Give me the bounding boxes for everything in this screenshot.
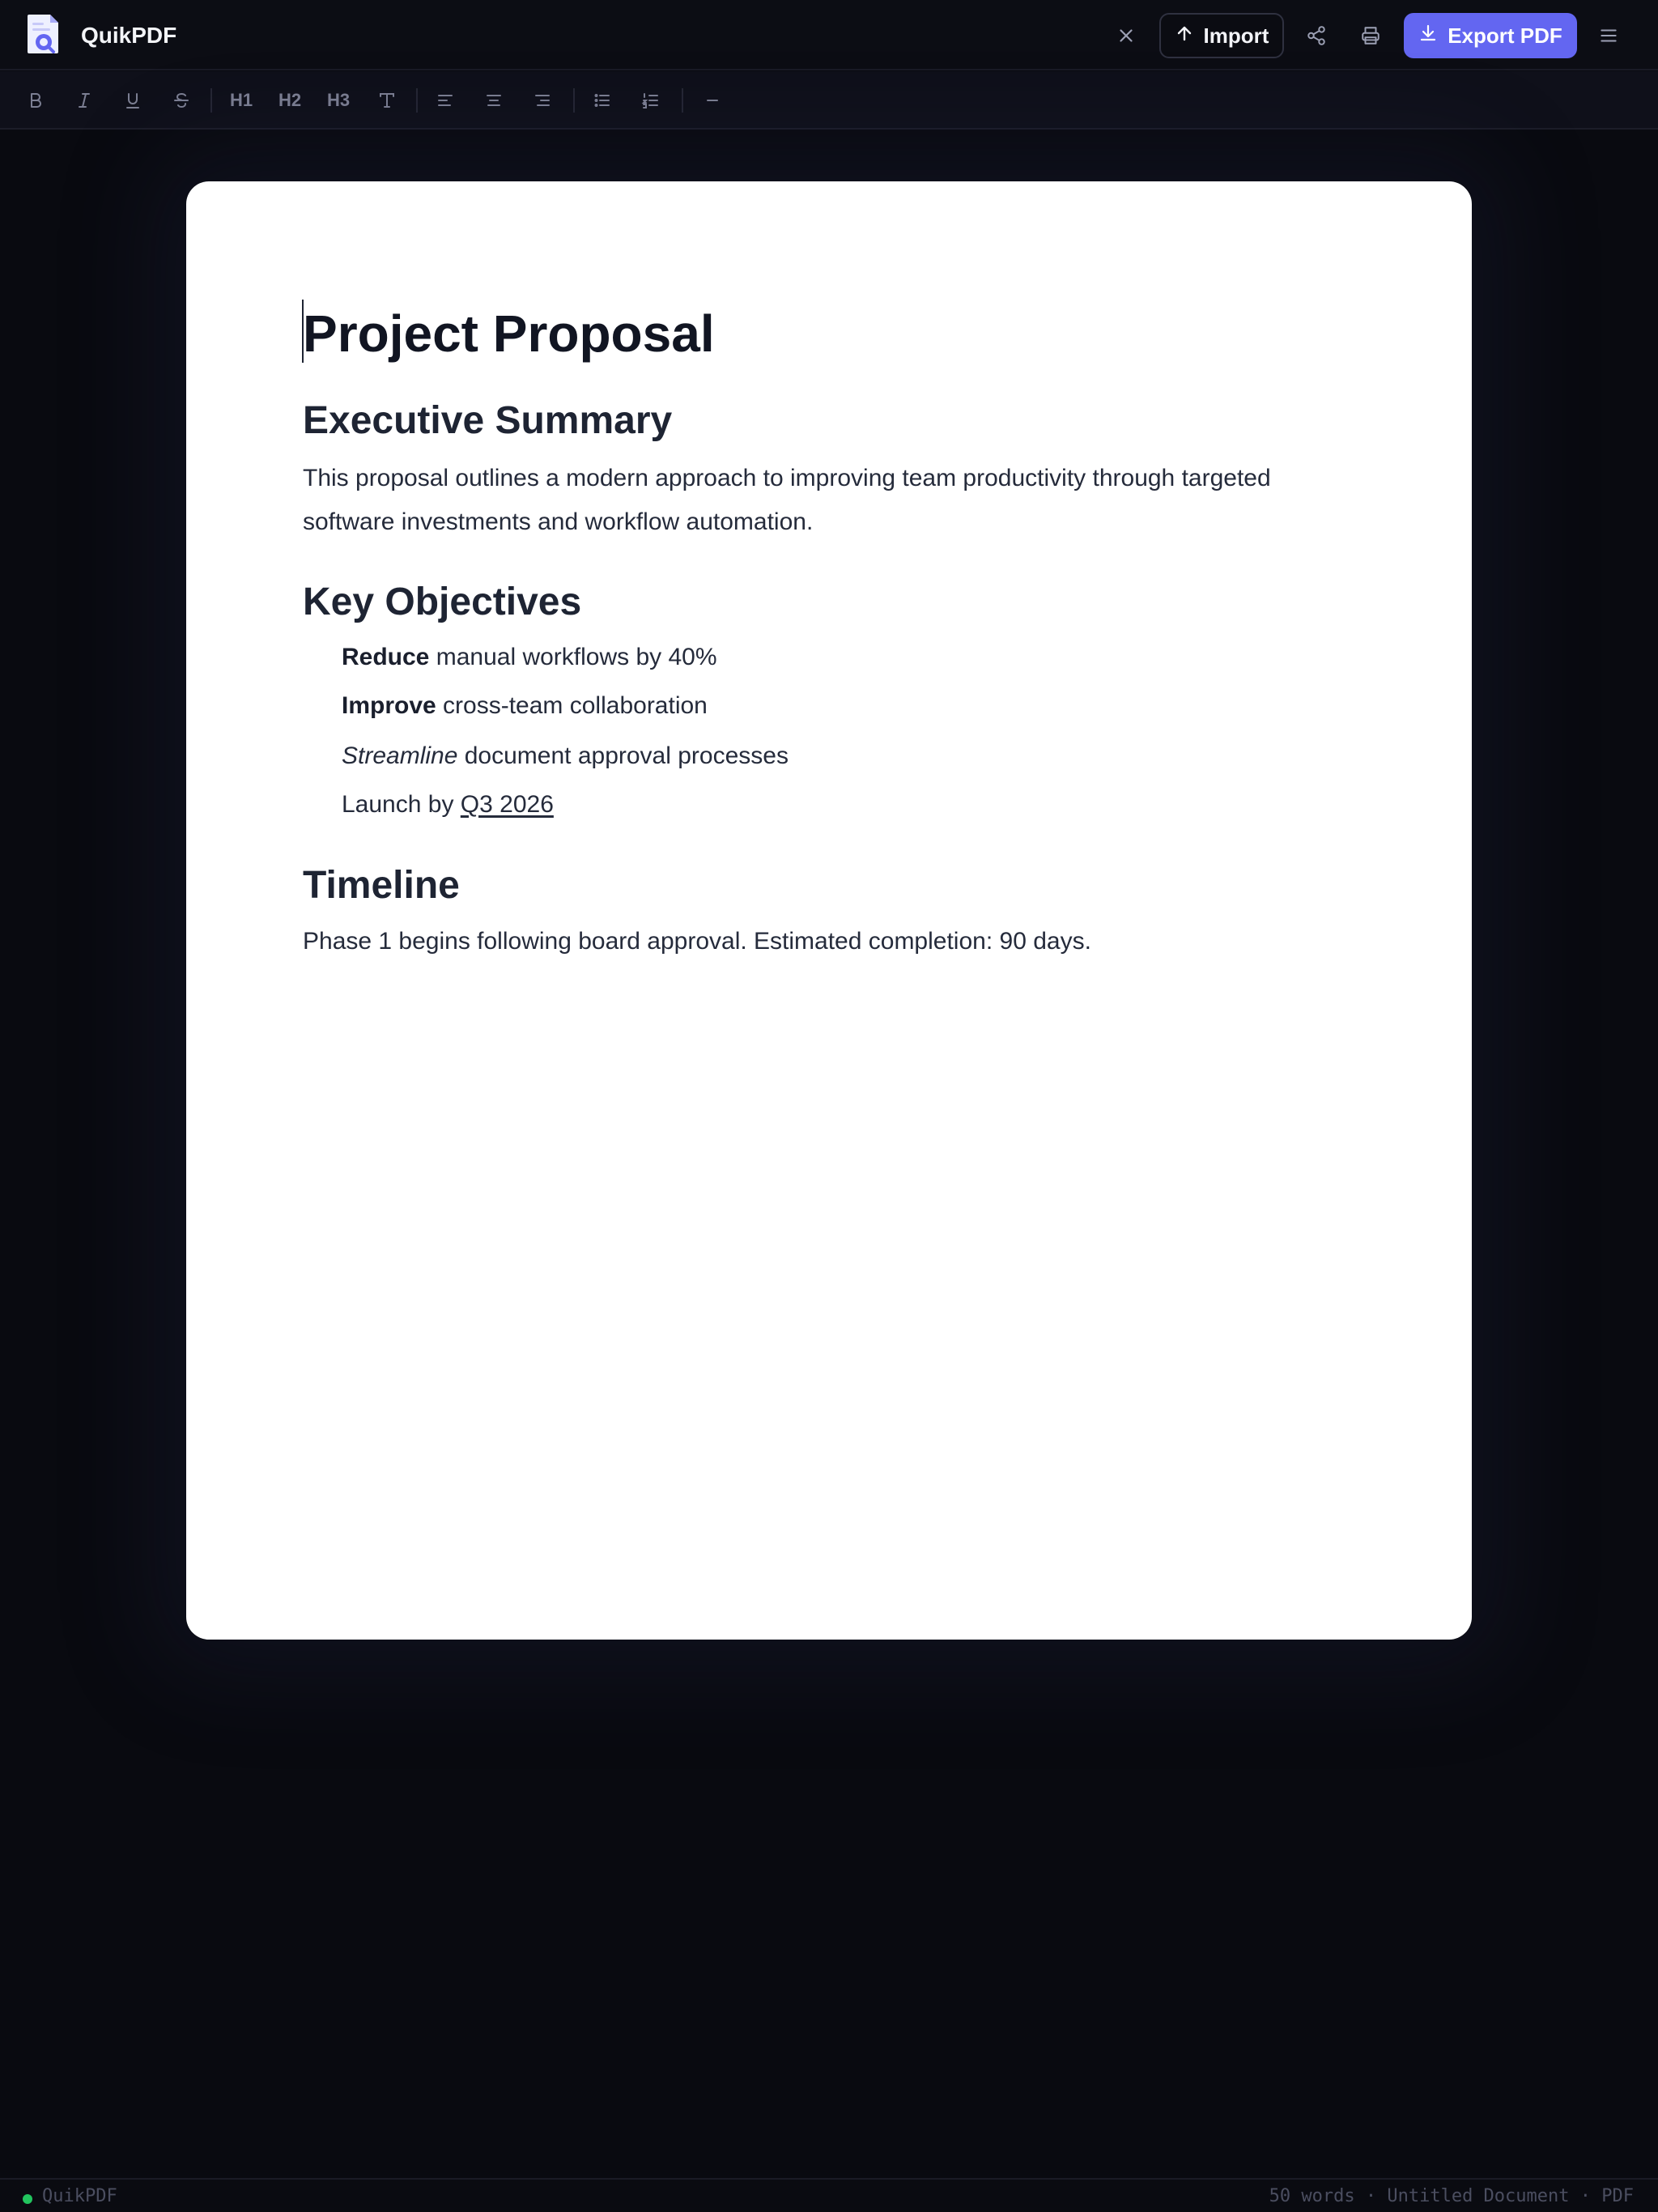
- bullet-list-icon[interactable]: [583, 81, 622, 120]
- toolbar-divider: [573, 88, 575, 113]
- list-item-emphasis: Streamline: [342, 742, 458, 769]
- section-heading[interactable]: Key Objectives: [303, 578, 581, 627]
- italic-icon[interactable]: [65, 81, 104, 120]
- status-summary: 50 words · Untitled Document · PDF: [1269, 2186, 1634, 2206]
- list-item[interactable]: Streamline document approval processes: [342, 740, 789, 772]
- export-label: Export PDF: [1448, 23, 1562, 48]
- bold-icon[interactable]: [16, 81, 55, 120]
- list-item-text: manual workflows by 40%: [429, 644, 717, 670]
- menu-icon[interactable]: [1588, 15, 1629, 56]
- section-heading[interactable]: Executive Summary: [303, 397, 672, 445]
- status-app-label: QuikPDF: [42, 2186, 117, 2206]
- app-logo: [26, 13, 62, 55]
- list-item-text: Launch by: [342, 791, 461, 818]
- numbered-list-icon[interactable]: [631, 81, 670, 120]
- list-item-emphasis: Reduce: [342, 644, 430, 670]
- align-right-icon[interactable]: [523, 81, 562, 120]
- text-icon[interactable]: [368, 81, 406, 120]
- download-icon: [1418, 23, 1438, 49]
- document-title[interactable]: Project Proposal: [303, 301, 715, 366]
- share-icon[interactable]: [1296, 15, 1337, 56]
- section-paragraph[interactable]: This proposal outlines a modern approach…: [303, 457, 1347, 544]
- toolbar-divider: [682, 88, 683, 113]
- app-header: QuikPDF Import Export PDF: [0, 0, 1658, 70]
- heading-1-button[interactable]: H1: [222, 81, 261, 120]
- list-item[interactable]: Reduce manual workflows by 40%: [342, 641, 717, 674]
- export-pdf-button[interactable]: Export PDF: [1404, 13, 1577, 58]
- list-item-emphasis: Improve: [342, 692, 436, 719]
- printer-icon[interactable]: [1350, 15, 1391, 56]
- list-item[interactable]: Improve cross-team collaboration: [342, 690, 708, 722]
- heading-3-button[interactable]: H3: [319, 81, 358, 120]
- align-left-icon[interactable]: [426, 81, 465, 120]
- document-page[interactable]: Project Proposal Executive Summary This …: [186, 181, 1472, 1640]
- list-item-emphasis: Q3 2026: [460, 791, 554, 818]
- toolbar-divider: [416, 88, 418, 113]
- align-center-icon[interactable]: [474, 81, 513, 120]
- underline-icon[interactable]: [113, 81, 152, 120]
- import-button[interactable]: Import: [1159, 13, 1284, 58]
- heading-2-button[interactable]: H2: [270, 81, 309, 120]
- section-paragraph[interactable]: Phase 1 begins following board approval.…: [303, 920, 1347, 963]
- list-item-text: cross-team collaboration: [436, 692, 708, 719]
- horizontal-rule-icon[interactable]: [693, 81, 732, 120]
- upload-icon: [1175, 23, 1194, 49]
- app-name: QuikPDF: [81, 23, 177, 48]
- import-label: Import: [1203, 23, 1269, 48]
- close-icon[interactable]: [1106, 15, 1146, 56]
- status-bar: QuikPDF 50 words · Untitled Document · P…: [0, 2178, 1658, 2212]
- format-toolbar: H1 H2 H3: [0, 71, 1658, 130]
- list-item-text: document approval processes: [457, 742, 789, 769]
- section-heading[interactable]: Timeline: [303, 861, 460, 910]
- strikethrough-icon[interactable]: [162, 81, 201, 120]
- status-indicator: [23, 2194, 32, 2204]
- toolbar-divider: [210, 88, 212, 113]
- list-item[interactable]: Launch by Q3 2026: [342, 789, 554, 821]
